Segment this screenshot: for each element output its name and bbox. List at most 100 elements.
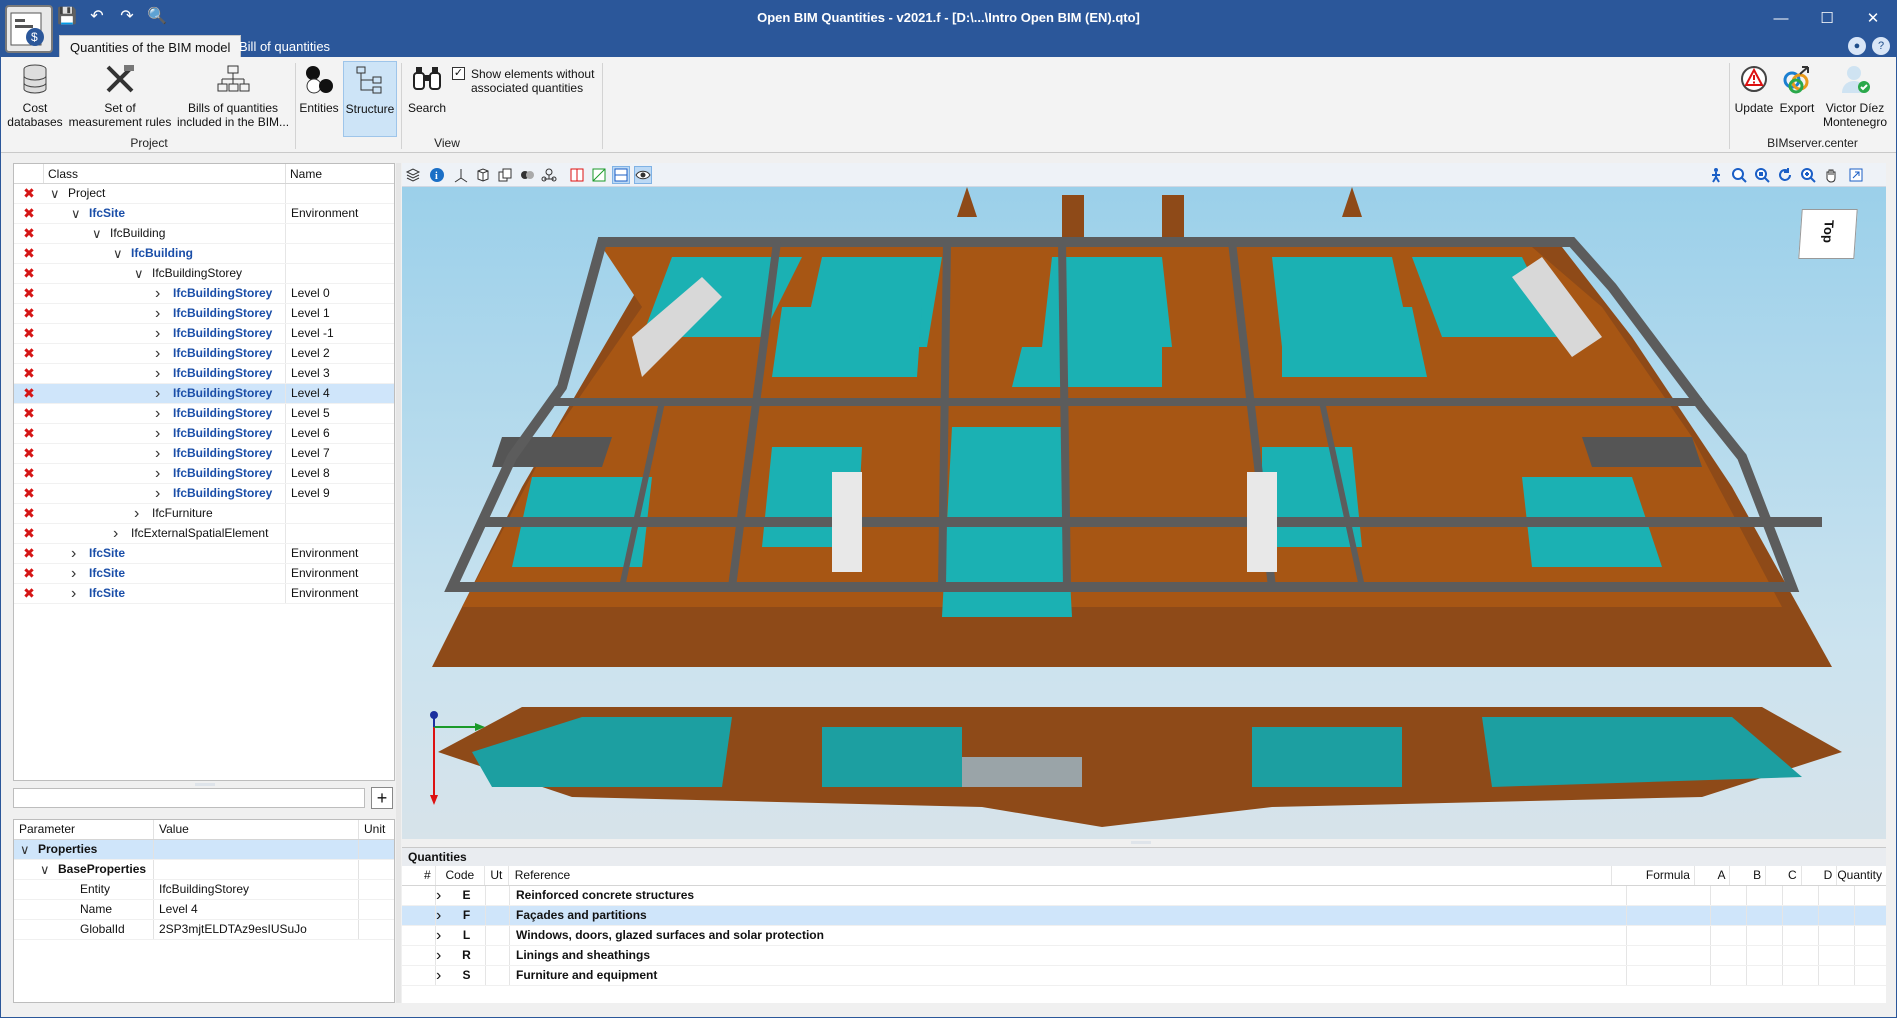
bills-included-button[interactable]: Bills of quantities included in the BIM.… — [175, 61, 291, 129]
tree-row[interactable]: ✖ ∨ IfcBuilding — [14, 244, 394, 264]
quantities-row[interactable]: › L Windows, doors, glazed surfaces and so… — [402, 926, 1886, 946]
fullscreen-icon[interactable] — [1847, 166, 1865, 184]
reference-column-header[interactable]: Reference — [509, 866, 1612, 885]
rotate-icon[interactable] — [1776, 166, 1794, 184]
user-account-button[interactable]: Victor Díez Montenegro — [1820, 61, 1890, 129]
tree-row[interactable]: ✖ › IfcBuildingStorey Level 8 — [14, 464, 394, 484]
tree-row[interactable]: ✖ ∨ Project — [14, 184, 394, 204]
visibility-eye-icon[interactable] — [634, 166, 652, 184]
copy-icon[interactable] — [496, 166, 514, 184]
chevron-right-icon[interactable]: › — [436, 886, 448, 905]
chevron-down-icon[interactable]: ∨ — [113, 244, 123, 263]
chevron-right-icon[interactable]: › — [436, 926, 448, 945]
tree-row[interactable]: ✖ › IfcBuildingStorey Level 6 — [14, 424, 394, 444]
layers-icon[interactable] — [404, 166, 422, 184]
chevron-right-icon[interactable]: › — [134, 504, 139, 523]
num-column-header[interactable]: # — [402, 866, 436, 885]
chevron-right-icon[interactable]: › — [155, 324, 160, 343]
app-menu-icon[interactable]: $ — [5, 5, 53, 53]
vertical-splitter[interactable] — [396, 163, 401, 1003]
c-column-header[interactable]: C — [1766, 866, 1802, 885]
parameter-column-header[interactable]: Parameter — [14, 820, 154, 839]
search-button[interactable]: Search — [405, 61, 449, 115]
tree-row[interactable]: ✖ › IfcBuildingStorey Level 4 — [14, 384, 394, 404]
cost-databases-button[interactable]: Cost databases — [7, 61, 63, 129]
box-icon[interactable] — [474, 166, 492, 184]
tree-row[interactable]: ✖ › IfcExternalSpatialElement — [14, 524, 394, 544]
quantities-row[interactable]: › S Furniture and equipment — [402, 966, 1886, 986]
chevron-right-icon[interactable]: › — [155, 344, 160, 363]
entities-button[interactable]: Entities — [298, 61, 340, 115]
close-icon[interactable]: ✕ — [1850, 1, 1896, 35]
class-column-header[interactable]: Class — [44, 164, 286, 183]
tab-bill-of-quantities[interactable]: Bill of quantities — [229, 35, 340, 57]
chevron-right-icon[interactable]: › — [113, 524, 118, 543]
show-elements-checkbox[interactable]: ✓ Show elements without associated quant… — [452, 67, 594, 95]
chevron-down-icon[interactable]: ∨ — [40, 860, 50, 879]
update-button[interactable]: Update — [1734, 61, 1774, 115]
chevron-down-icon[interactable]: ∨ — [134, 264, 144, 283]
structure-button[interactable]: Structure — [343, 61, 397, 137]
tree-row[interactable]: ✖ › IfcBuildingStorey Level 3 — [14, 364, 394, 384]
tab-quantities-bim-model[interactable]: Quantities of the BIM model — [59, 35, 242, 57]
tree-row[interactable]: ✖ › IfcSite Environment — [14, 564, 394, 584]
d-column-header[interactable]: D — [1802, 866, 1838, 885]
baseproperties-row[interactable]: ∨ BaseProperties — [14, 860, 394, 880]
b-column-header[interactable]: B — [1730, 866, 1767, 885]
chevron-down-icon[interactable]: ∨ — [50, 184, 60, 203]
chevron-right-icon[interactable]: › — [155, 464, 160, 483]
chevron-right-icon[interactable]: › — [155, 284, 160, 303]
tree-row[interactable]: ✖ › IfcBuildingStorey Level 0 — [14, 284, 394, 304]
info-icon[interactable]: i — [428, 166, 446, 184]
tree-row[interactable]: ✖ › IfcBuildingStorey Level 1 — [14, 304, 394, 324]
minimize-icon[interactable]: — — [1758, 1, 1804, 35]
axes-icon[interactable] — [452, 166, 470, 184]
chevron-right-icon[interactable]: › — [155, 484, 160, 503]
chevron-right-icon[interactable]: › — [436, 966, 448, 985]
walk-icon[interactable] — [1707, 166, 1725, 184]
property-row[interactable]: GlobalId 2SP3mjtELDTAz9esIUSuJo — [14, 920, 394, 940]
tree-row[interactable]: ✖ › IfcBuildingStorey Level -1 — [14, 324, 394, 344]
panel-splitter-handle[interactable] — [1131, 841, 1151, 844]
web-help-icon[interactable]: ● — [1848, 37, 1866, 55]
chevron-right-icon[interactable]: › — [155, 424, 160, 443]
export-button[interactable]: Export — [1776, 61, 1818, 115]
zoom-window-icon[interactable] — [1753, 166, 1771, 184]
tree-row[interactable]: ✖ › IfcBuildingStorey Level 2 — [14, 344, 394, 364]
chevron-right-icon[interactable]: › — [155, 404, 160, 423]
zoom-icon[interactable] — [1799, 166, 1817, 184]
formula-column-header[interactable]: Formula — [1612, 866, 1695, 885]
chevron-right-icon[interactable]: › — [71, 584, 76, 603]
help-book-icon[interactable]: ? — [1872, 37, 1890, 55]
tree-row[interactable]: ✖ ∨ IfcBuilding — [14, 224, 394, 244]
section-green-icon[interactable] — [590, 166, 608, 184]
section-red-icon[interactable] — [568, 166, 586, 184]
chevron-right-icon[interactable]: › — [71, 544, 76, 563]
chevron-down-icon[interactable]: ∨ — [20, 840, 30, 859]
ut-column-header[interactable]: Ut — [485, 866, 509, 885]
quantities-row[interactable]: › R Linings and sheathings — [402, 946, 1886, 966]
chevron-down-icon[interactable]: ∨ — [71, 204, 81, 223]
quantities-row[interactable]: › E Reinforced concrete structures — [402, 886, 1886, 906]
properties-section-row[interactable]: ∨ Properties — [14, 840, 394, 860]
a-column-header[interactable]: A — [1695, 866, 1731, 885]
tree-filter-input[interactable] — [13, 788, 365, 808]
measurement-rules-button[interactable]: Set of measurement rules — [67, 61, 173, 129]
view-cube[interactable]: Top — [1798, 209, 1858, 259]
tree-row[interactable]: ✖ › IfcBuildingStorey Level 7 — [14, 444, 394, 464]
chevron-right-icon[interactable]: › — [155, 304, 160, 323]
quantity-column-header[interactable]: Quantity — [1837, 866, 1886, 885]
chevron-down-icon[interactable]: ∨ — [92, 224, 102, 243]
zoom-all-icon[interactable] — [1730, 166, 1748, 184]
chevron-right-icon[interactable]: › — [436, 946, 448, 965]
tree-row[interactable]: ✖ › IfcSite Environment — [14, 544, 394, 564]
tree-row[interactable]: ✖ ∨ IfcSite Environment — [14, 204, 394, 224]
chevron-right-icon[interactable]: › — [155, 384, 160, 403]
tree-row[interactable]: ✖ › IfcFurniture — [14, 504, 394, 524]
chevron-right-icon[interactable]: › — [155, 364, 160, 383]
tree-row[interactable]: ✖ › IfcBuildingStorey Level 9 — [14, 484, 394, 504]
property-row[interactable]: Name Level 4 — [14, 900, 394, 920]
chevron-right-icon[interactable]: › — [436, 906, 448, 925]
property-row[interactable]: Entity IfcBuildingStorey — [14, 880, 394, 900]
chevron-right-icon[interactable]: › — [71, 564, 76, 583]
